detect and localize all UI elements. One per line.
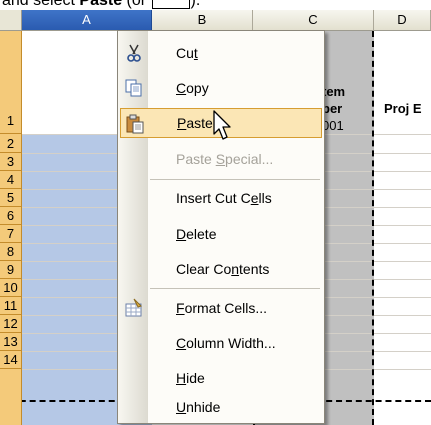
row-header-6[interactable]: 6: [0, 207, 22, 225]
column-header-b[interactable]: B: [152, 10, 253, 31]
row-header-14[interactable]: 14: [0, 351, 22, 369]
menu-label-delete: Delete: [176, 226, 217, 242]
menu-label-hide: Hide: [176, 370, 205, 386]
row-header-4[interactable]: 4: [0, 171, 22, 189]
row-header-8[interactable]: 8: [0, 243, 22, 261]
cell-c2: 001: [322, 118, 344, 133]
menu-item-copy[interactable]: Copy: [120, 73, 322, 103]
row-header-filler: [0, 369, 22, 425]
copy-icon: [124, 78, 144, 98]
cell-d1: Proj E: [384, 101, 422, 116]
menu-item-cut[interactable]: Cut: [120, 38, 322, 68]
row-header-11[interactable]: 11: [0, 297, 22, 315]
caption-suffix: (or: [122, 0, 151, 9]
cell-c1-line1: tem: [322, 84, 346, 99]
cut-marquee-right: [372, 31, 374, 425]
menu-item-unhide[interactable]: Unhide: [120, 392, 322, 422]
caption-shortcut-box: [151, 0, 190, 9]
menu-label-format-cells: Format Cells...: [176, 300, 268, 316]
mouse-pointer-icon: [213, 110, 237, 144]
column-header-c[interactable]: C: [253, 10, 374, 31]
select-all-corner[interactable]: [0, 10, 22, 31]
row-header-13[interactable]: 13: [0, 333, 22, 351]
menu-item-paste-special[interactable]: Paste Special...: [120, 144, 322, 174]
menu-item-delete[interactable]: Delete: [120, 219, 322, 249]
row-header-1[interactable]: 1: [0, 31, 22, 134]
menu-label-paste: Paste: [177, 115, 213, 131]
menu-label-insert-cut-cells: Insert Cut Cells: [176, 190, 272, 206]
instruction-caption: and select Paste (or ).: [0, 0, 431, 10]
column-d[interactable]: [374, 31, 431, 425]
row-header-12[interactable]: 12: [0, 315, 22, 333]
column-header-d[interactable]: D: [374, 10, 431, 31]
cell-c1-line2: ber: [322, 101, 343, 116]
row-header-5[interactable]: 5: [0, 189, 22, 207]
caption-end: ).: [190, 0, 201, 9]
row-header-7[interactable]: 7: [0, 225, 22, 243]
spreadsheet: tem ber 001 Proj E A B C D 1 2 3 4 5 6 7…: [0, 10, 431, 425]
row-header-10[interactable]: 10: [0, 279, 22, 297]
menu-label-cut: Cut: [176, 45, 198, 61]
column-header-a[interactable]: A: [22, 10, 152, 31]
menu-label-clear-contents: Clear Contents: [176, 261, 270, 277]
menu-label-paste-special: Paste Special...: [176, 151, 274, 167]
menu-label-copy: Copy: [176, 80, 209, 96]
menu-label-column-width: Column Width...: [176, 335, 276, 351]
menu-item-format-cells[interactable]: Format Cells...: [120, 293, 322, 323]
menu-item-hide[interactable]: Hide: [120, 363, 322, 393]
row-header-2[interactable]: 2: [0, 134, 22, 153]
caption-prefix: and select: [2, 0, 80, 9]
paste-icon: [125, 114, 145, 134]
format-cells-icon: [124, 298, 144, 318]
row-header-9[interactable]: 9: [0, 261, 22, 279]
menu-item-insert-cut-cells[interactable]: Insert Cut Cells: [120, 183, 322, 213]
scissors-icon: [124, 43, 144, 63]
menu-item-column-width[interactable]: Column Width...: [120, 328, 322, 358]
menu-separator: [150, 288, 320, 289]
context-menu: Cut Copy Paste Paste Special... Insert C…: [117, 30, 325, 424]
menu-item-clear-contents[interactable]: Clear Contents: [120, 254, 322, 284]
caption-bold: Paste: [79, 0, 123, 9]
menu-label-unhide: Unhide: [176, 399, 221, 415]
row-header-3[interactable]: 3: [0, 153, 22, 171]
menu-separator: [150, 179, 320, 180]
